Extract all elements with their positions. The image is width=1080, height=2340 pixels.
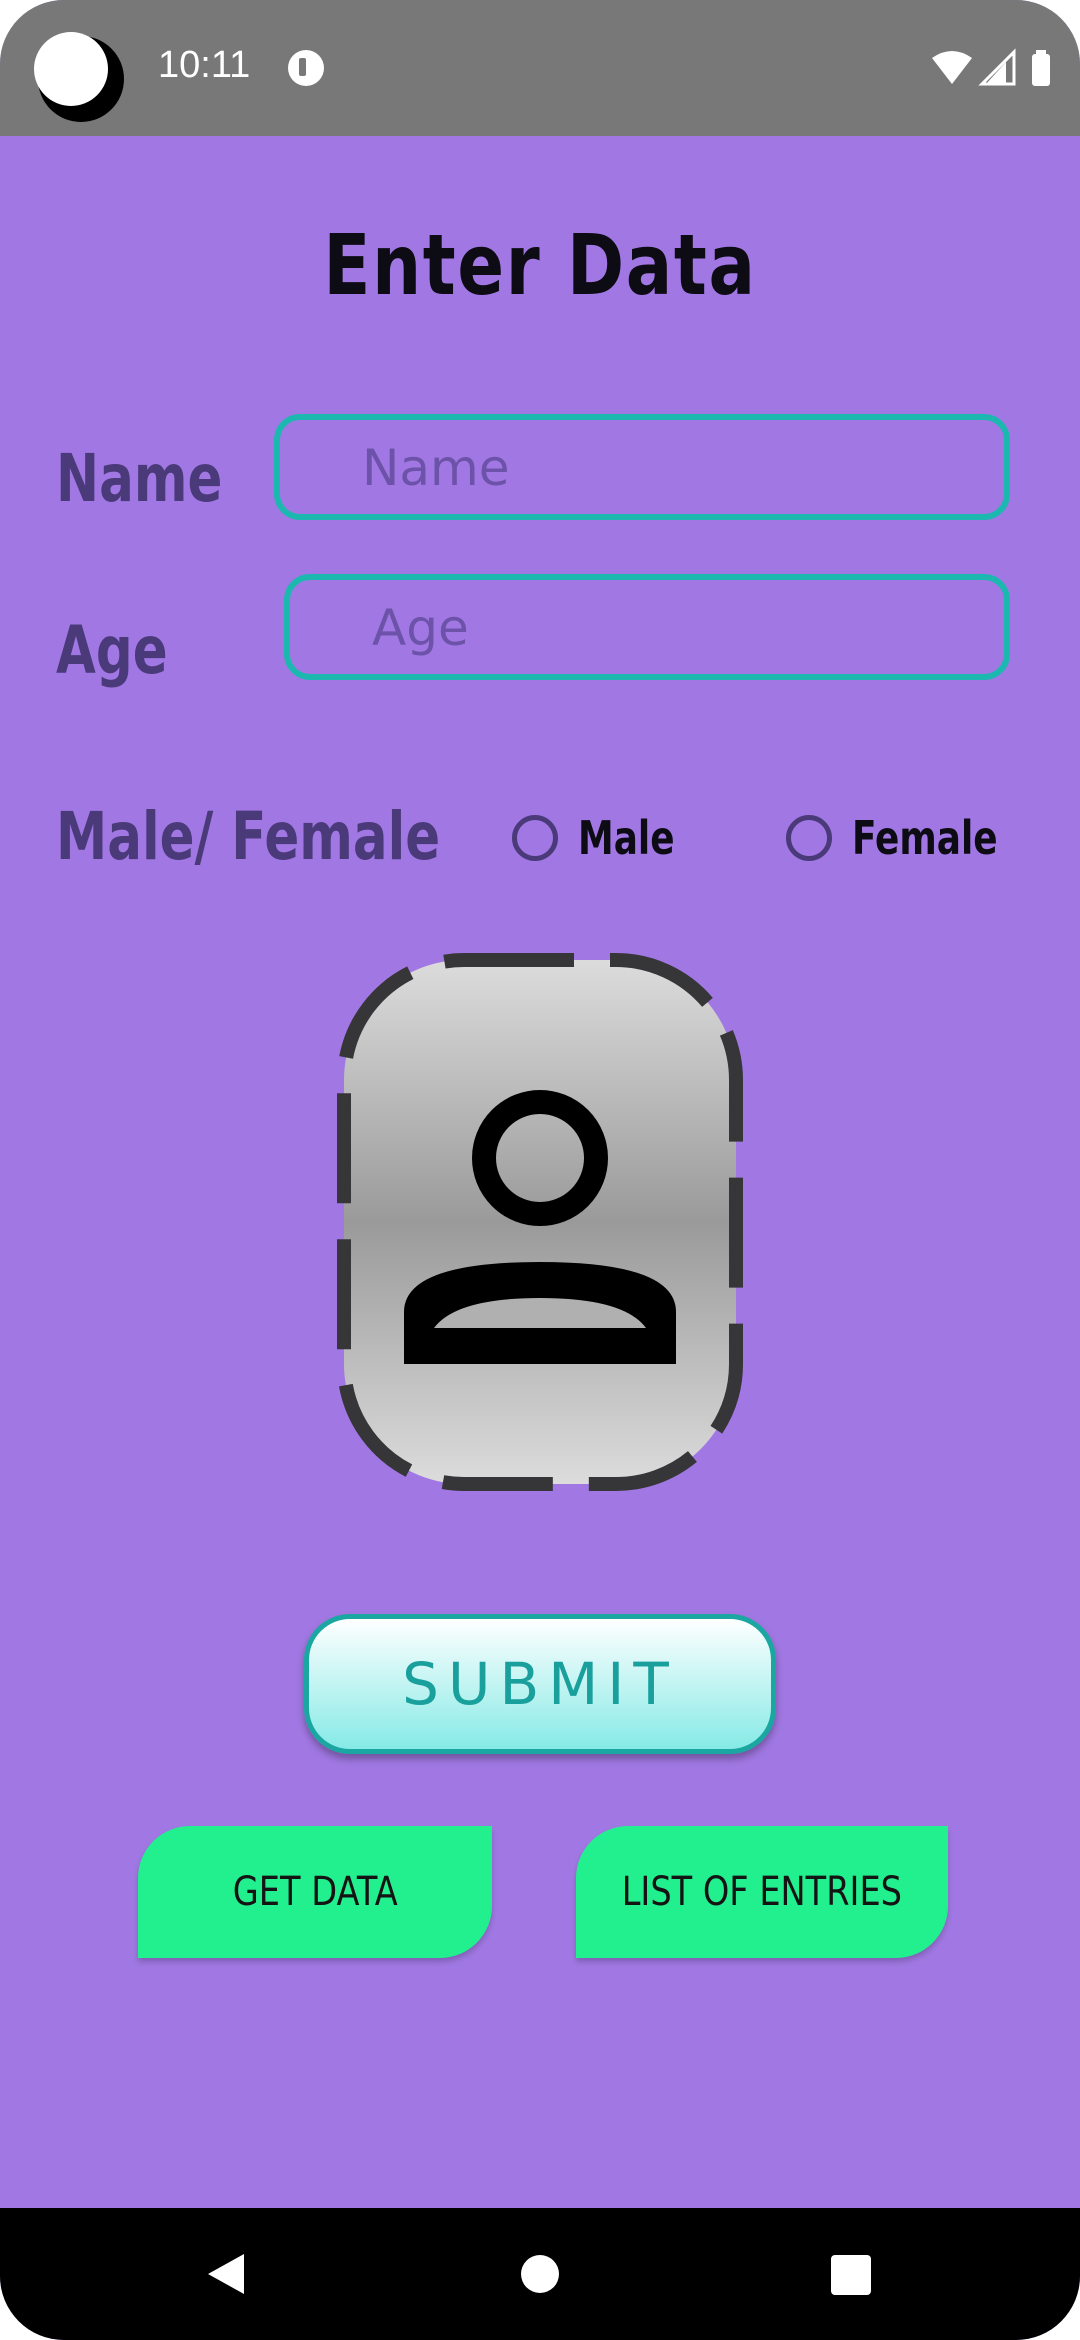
get-data-label: GET DATA: [232, 1869, 398, 1915]
gender-label: Male/ Female: [56, 798, 441, 875]
list-entries-label: LIST OF ENTRIES: [621, 1869, 903, 1915]
wifi-icon: [932, 51, 972, 84]
home-icon[interactable]: [520, 2254, 560, 2294]
radio-female-label[interactable]: Female: [852, 811, 998, 865]
radio-male-label[interactable]: Male: [578, 811, 675, 865]
age-label: Age: [56, 612, 168, 689]
radio-male[interactable]: Male: [512, 810, 702, 866]
recents-icon[interactable]: [830, 2254, 872, 2296]
get-data-button[interactable]: GET DATA: [138, 1826, 492, 1958]
status-time: 10:11: [158, 44, 251, 86]
name-input[interactable]: [360, 420, 907, 516]
signal-icon: [978, 48, 1016, 86]
app-screen: 10:11 Enter Data Name Age: [0, 0, 1080, 2340]
profile-photo-button[interactable]: [336, 952, 744, 1492]
submit-button[interactable]: SUBMIT: [304, 1614, 776, 1754]
page-title: Enter Data: [323, 216, 757, 314]
status-icons: [930, 48, 1060, 88]
camera-lens: [34, 32, 108, 106]
radio-male-circle[interactable]: [512, 815, 558, 861]
navigation-bar: [0, 2208, 1080, 2340]
notification-icon: [288, 50, 324, 86]
name-label: Name: [56, 440, 223, 517]
age-input[interactable]: [370, 580, 910, 676]
battery-icon: [1032, 50, 1050, 86]
status-bar: 10:11: [0, 0, 1080, 136]
list-entries-button[interactable]: LIST OF ENTRIES: [576, 1826, 948, 1958]
name-field[interactable]: [274, 414, 1010, 520]
age-field[interactable]: [284, 574, 1010, 680]
radio-female-circle[interactable]: [786, 815, 832, 861]
back-icon[interactable]: [204, 2252, 248, 2296]
radio-female[interactable]: Female: [786, 810, 1039, 866]
